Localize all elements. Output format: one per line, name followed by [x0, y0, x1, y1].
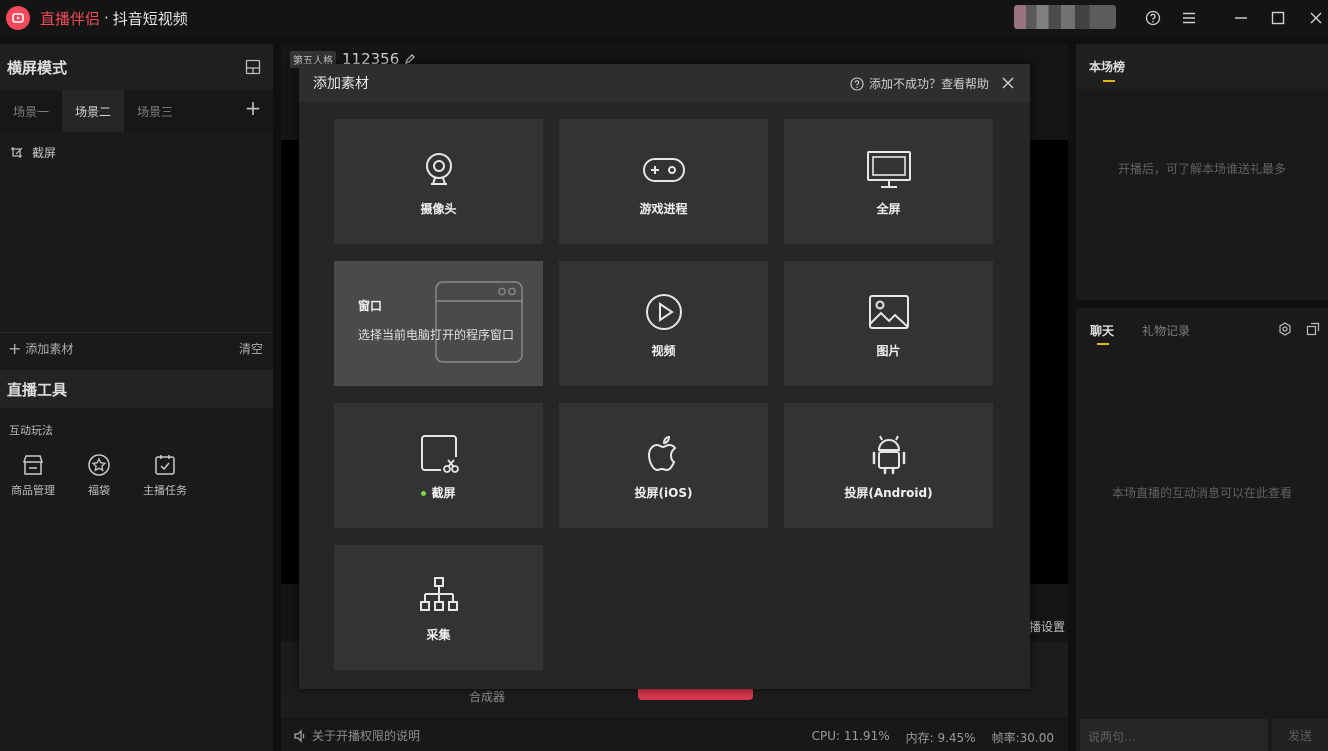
maximize-icon[interactable] [1266, 6, 1290, 30]
source-card-video[interactable]: 视频 [559, 261, 768, 386]
dialog-title: 添加素材 [313, 76, 369, 92]
source-card-camera[interactable]: 摄像头 [334, 119, 543, 244]
source-card-image[interactable]: 图片 [784, 261, 993, 386]
close-icon[interactable] [1000, 75, 1016, 91]
screenshot-icon [420, 435, 459, 473]
close-icon[interactable] [1304, 6, 1328, 30]
source-card-ios-cast[interactable]: 投屏(iOS) [559, 403, 768, 528]
monitor-icon [866, 151, 911, 188]
card-label: 摄像头 [420, 202, 457, 216]
card-label: 全屏 [876, 202, 901, 216]
source-card-window[interactable]: 窗口 选择当前电脑打开的程序窗口 [334, 261, 543, 386]
capture-network-icon [419, 577, 458, 611]
title-bar: 直播伴侣 · 抖音短视频 [0, 0, 1328, 36]
app-logo-icon [6, 6, 30, 30]
source-card-fullscreen[interactable]: 全屏 [784, 119, 993, 244]
card-label: 投屏(Android) [844, 486, 933, 500]
menu-icon[interactable] [1177, 6, 1201, 30]
card-label: 视频 [651, 344, 676, 358]
help-link-label: 添加不成功？查看帮助 [868, 77, 989, 91]
active-dot [421, 491, 427, 496]
help-link[interactable]: 添加不成功？查看帮助 [850, 75, 989, 92]
card-label-wrap: 截屏 [421, 484, 456, 501]
question-icon [850, 76, 864, 91]
add-source-dialog: 添加素材 添加不成功？查看帮助 摄像头 游戏进程 全屏 窗口 选择当前电脑打开的… [299, 64, 1030, 689]
help-icon[interactable] [1141, 6, 1165, 30]
card-label: 图片 [876, 344, 901, 358]
source-card-game[interactable]: 游戏进程 [559, 119, 768, 244]
source-card-capture[interactable]: 采集 [334, 545, 543, 670]
window-icon [435, 281, 523, 363]
image-icon [868, 295, 909, 329]
source-card-screenshot[interactable]: 截屏 [334, 403, 543, 528]
card-label: 采集 [426, 628, 451, 642]
camera-icon [425, 153, 452, 185]
card-label: 窗口 [358, 299, 383, 313]
android-icon [872, 435, 905, 475]
app-platform: 抖音短视频 [112, 9, 188, 28]
title-separator: · [104, 9, 109, 27]
app-name: 直播伴侣 [40, 9, 101, 28]
play-icon [645, 294, 682, 330]
apple-icon [647, 435, 676, 472]
minimize-icon[interactable] [1229, 6, 1253, 30]
card-label: 截屏 [431, 486, 456, 500]
source-card-android-cast[interactable]: 投屏(Android) [784, 403, 993, 528]
gamepad-icon [642, 158, 685, 182]
card-description: 选择当前电脑打开的程序窗口 [358, 328, 515, 342]
user-avatar-name-blurred[interactable] [1014, 5, 1116, 29]
dialog-header: 添加素材 添加不成功？查看帮助 [299, 64, 1030, 102]
card-label: 游戏进程 [639, 202, 688, 216]
card-label: 投屏(iOS) [634, 486, 693, 500]
